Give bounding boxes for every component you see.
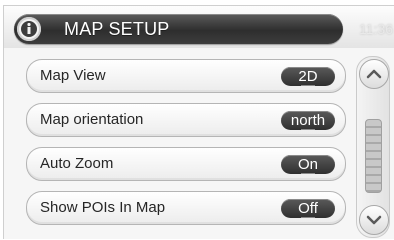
setting-label: Show POIs In Map [40,199,166,216]
chevron-up-icon [366,69,382,79]
value-indicator-icon [301,129,315,133]
setting-label: Map View [40,67,106,84]
value-indicator-icon [301,217,315,221]
setting-label: Map orientation [40,111,144,128]
map-orientation-value-button[interactable]: north [281,111,335,130]
value-indicator-icon [301,85,315,89]
scroll-thumb[interactable] [365,119,382,193]
chevron-down-icon [366,215,382,225]
setting-row-map-view[interactable]: Map View 2D [26,59,346,93]
map-view-value-button[interactable]: 2D [281,67,335,86]
page-title: MAP SETUP [64,19,170,39]
show-pois-value-button[interactable]: Off [281,199,335,218]
scroll-down-button[interactable] [359,205,389,235]
info-icon[interactable] [17,17,41,41]
scroll-up-button[interactable] [359,59,389,89]
setting-row-auto-zoom[interactable]: Auto Zoom On [26,147,346,181]
setting-row-show-pois[interactable]: Show POIs In Map Off [26,191,346,225]
setting-value: north [290,112,326,129]
header: MAP SETUP 11:36 [4,6,394,48]
map-setup-screen: MAP SETUP 11:36 Map View 2D Map orientat… [3,5,394,239]
setting-value: Off [298,200,318,217]
setting-row-map-orientation[interactable]: Map orientation north [26,103,346,137]
value-indicator-icon [301,173,315,177]
title-bar: MAP SETUP [14,14,343,44]
scrollbar[interactable] [356,56,390,238]
setting-label: Auto Zoom [40,155,114,172]
auto-zoom-value-button[interactable]: On [281,155,335,174]
clock-time: 11:36 [359,21,393,37]
setting-value: 2D [298,68,318,85]
setting-value: On [297,156,318,173]
